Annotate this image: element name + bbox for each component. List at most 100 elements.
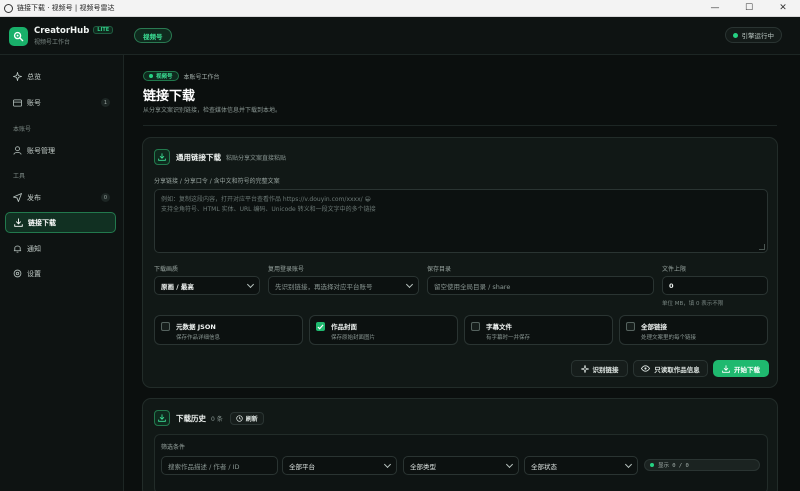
sidebar-item-label: 账号: [27, 98, 41, 107]
maximize-icon[interactable]: ☐: [732, 0, 766, 17]
chevron-down-icon: [383, 460, 392, 468]
option-desc: 处理文案里的每个链接: [641, 335, 697, 341]
sidebar-item-notifications[interactable]: 通知: [5, 238, 116, 259]
section-label-account: 本账号: [13, 126, 32, 133]
window-title: 链接下载 · 视频号 | 视频号雷达: [17, 4, 115, 12]
status-dot-icon: [732, 32, 738, 38]
sidebar-item-link-download[interactable]: 链接下载: [5, 212, 116, 233]
page-title: 链接下载: [143, 89, 196, 104]
brand-name: CreatorHub: [34, 26, 90, 36]
history-search-input[interactable]: 搜索作品描述 / 作者 / ID: [161, 456, 278, 475]
lite-badge: LITE: [93, 26, 114, 34]
cover-checkbox[interactable]: [316, 322, 325, 331]
brand-subtitle: 视频号工作台: [34, 39, 71, 46]
sidebar-item-label: 账号管理: [27, 146, 55, 155]
option-title: 元数据 JSON: [176, 323, 216, 331]
option-metadata-json[interactable]: 元数据 JSON 保存作品详细信息: [154, 315, 303, 345]
crumb-pill: 视频号: [143, 71, 179, 81]
sidebar-item-label: 设置: [27, 269, 41, 278]
section-label-tools: 工具: [13, 173, 26, 180]
chevron-down-icon: [624, 460, 633, 468]
history-count: 0 条: [211, 415, 223, 423]
filter-panel: 筛选条件 搜索作品描述 / 作者 / ID 全部平台 全部类型 全部状态 显示 …: [154, 434, 768, 491]
file-limit-input[interactable]: 0: [662, 276, 768, 295]
download-card: 通用链接下载 粘贴分享文案直接粘贴 分享链接 / 分享口令 / 含中文和符号的完…: [142, 137, 778, 388]
bell-icon: [13, 244, 22, 253]
filter-label: 筛选条件: [161, 444, 186, 451]
status-dot-icon: [650, 463, 654, 467]
share-placeholder-line1: 例如：复制这段内容，打开对应平台查看作品 https://v.douyin.co…: [161, 196, 371, 203]
sidebar: 总览 账号 1 本账号 账号管理 工具 发布 0 链接下载 通知 设置: [0, 55, 124, 491]
history-card: 下载历史 0 条 刷新 筛选条件 搜索作品描述 / 作者 / ID 全部平台 全…: [142, 398, 778, 491]
history-card-header: 下载历史 0 条 刷新: [154, 410, 264, 426]
platform-select[interactable]: 全部平台: [282, 456, 397, 475]
app-icon: [4, 3, 13, 13]
metadata-checkbox[interactable]: [161, 322, 170, 331]
reuse-account-label: 复用登录账号: [268, 266, 305, 273]
resize-handle-icon[interactable]: [759, 244, 765, 250]
option-subtitles[interactable]: 字幕文件 有字幕时一并保存: [464, 315, 613, 345]
download-icon: [722, 364, 730, 373]
sidebar-item-label: 通知: [27, 244, 41, 253]
download-icon: [14, 218, 23, 227]
breadcrumb: 视频号 本账号工作台: [143, 71, 220, 81]
send-icon: [13, 193, 22, 202]
option-cover[interactable]: 作品封面 保存原始封面图片: [309, 315, 458, 345]
clock-icon: [236, 414, 243, 422]
platform-pill[interactable]: 视频号: [134, 28, 172, 43]
option-title: 全部链接: [641, 323, 667, 331]
main-content: 视频号 本账号工作台 链接下载 从分享文案识别链接，检查媒体信息并下载到本地。 …: [124, 55, 800, 491]
crumb-text: 本账号工作台: [183, 73, 220, 81]
top-bar: CreatorHub LITE 视频号工作台 视频号 引擎运行中: [0, 17, 800, 55]
engine-status-text: 引擎运行中: [741, 32, 775, 40]
quality-label: 下载画质: [154, 266, 179, 273]
chevron-down-icon: [246, 280, 255, 288]
quality-select[interactable]: 原画 / 最高: [154, 276, 260, 295]
window-controls: — ☐ ✕: [698, 0, 800, 17]
reuse-account-select[interactable]: 先识别链接，再选择对应平台账号: [268, 276, 419, 295]
chevron-down-icon: [505, 460, 514, 468]
sidebar-item-account-manage[interactable]: 账号管理: [5, 140, 116, 161]
sparkle-icon: [13, 72, 22, 81]
all-links-checkbox[interactable]: [626, 322, 635, 331]
close-icon[interactable]: ✕: [766, 0, 800, 17]
type-select[interactable]: 全部类型: [403, 456, 519, 475]
share-placeholder-line2: 支持全角符号、HTML 实体、URL 编码、Unicode 转义和一段文字中的多…: [161, 206, 376, 213]
show-count-pill: 显示 0 / 0: [644, 459, 760, 471]
engine-status-badge: 引擎运行中: [724, 27, 782, 43]
file-limit-label: 文件上限: [662, 266, 687, 273]
page-description: 从分享文案识别链接，检查媒体信息并下载到本地。: [143, 107, 282, 114]
status-select[interactable]: 全部状态: [524, 456, 638, 475]
sidebar-item-settings[interactable]: 设置: [5, 263, 116, 284]
gear-icon: [13, 269, 22, 278]
option-title: 字幕文件: [486, 323, 512, 331]
option-desc: 保存作品详细信息: [176, 335, 221, 341]
sidebar-item-label: 链接下载: [28, 218, 56, 227]
refresh-button[interactable]: 刷新: [229, 411, 264, 425]
option-all-links[interactable]: 全部链接 处理文案里的每个链接: [619, 315, 768, 345]
sidebar-item-account[interactable]: 账号 1: [5, 92, 116, 113]
history-card-title: 下载历史: [176, 413, 206, 423]
sidebar-item-overview[interactable]: 总览: [5, 66, 116, 87]
window-titlebar: 链接下载 · 视频号 | 视频号雷达 — ☐ ✕: [0, 0, 800, 17]
minimize-icon[interactable]: —: [698, 0, 732, 17]
file-limit-hint: 单位 MB，填 0 表示不限: [662, 301, 724, 307]
save-dir-input[interactable]: 留空使用全局目录 / share: [427, 276, 654, 295]
sidebar-item-label: 总览: [27, 72, 41, 81]
id-card-icon: [13, 98, 22, 107]
option-title: 作品封面: [331, 323, 357, 331]
user-icon: [13, 146, 22, 155]
publish-count-badge: 0: [101, 193, 110, 202]
download-card-header: 通用链接下载 粘贴分享文案直接粘贴: [154, 149, 286, 165]
sidebar-item-publish[interactable]: 发布 0: [5, 187, 116, 208]
brand-logo-icon: [9, 26, 28, 46]
divider: [143, 125, 777, 126]
sidebar-item-label: 发布: [27, 193, 41, 202]
read-info-button[interactable]: 只读取作品信息: [633, 360, 708, 377]
start-download-button[interactable]: 开始下载: [713, 360, 769, 377]
identify-link-button[interactable]: 识别链接: [571, 360, 628, 377]
option-desc: 有字幕时一并保存: [486, 335, 531, 341]
download-card-title: 通用链接下载: [176, 152, 221, 162]
share-textarea[interactable]: 例如：复制这段内容，打开对应平台查看作品 https://v.douyin.co…: [154, 189, 768, 253]
subtitles-checkbox[interactable]: [471, 322, 480, 331]
